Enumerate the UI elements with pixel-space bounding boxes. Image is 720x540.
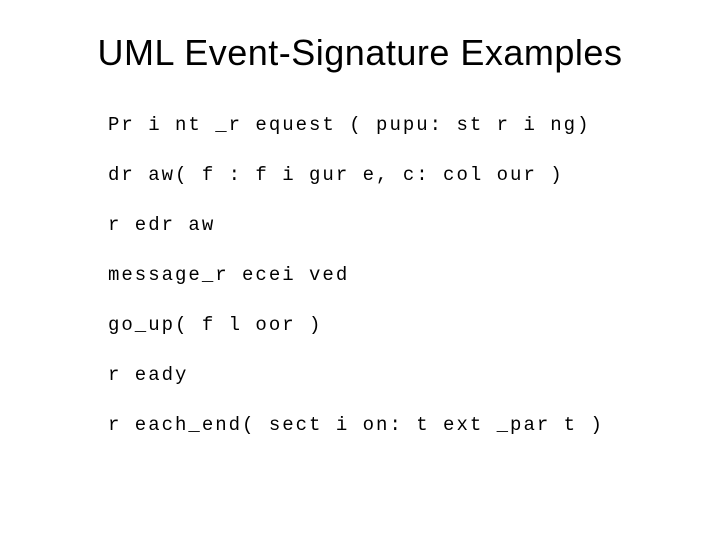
slide-content: Pr i nt _r equest ( pupu: st r i ng) dr … <box>48 114 672 436</box>
slide-title: UML Event-Signature Examples <box>48 32 672 74</box>
signature-example: dr aw( f : f i gur e, c: col our ) <box>108 164 632 186</box>
signature-example: r edr aw <box>108 214 632 236</box>
signature-example: r eady <box>108 364 632 386</box>
signature-example: go_up( f l oor ) <box>108 314 632 336</box>
slide-container: UML Event-Signature Examples Pr i nt _r … <box>0 0 720 540</box>
signature-example: r each_end( sect i on: t ext _par t ) <box>108 414 632 436</box>
signature-example: Pr i nt _r equest ( pupu: st r i ng) <box>108 114 632 136</box>
signature-example: message_r ecei ved <box>108 264 632 286</box>
